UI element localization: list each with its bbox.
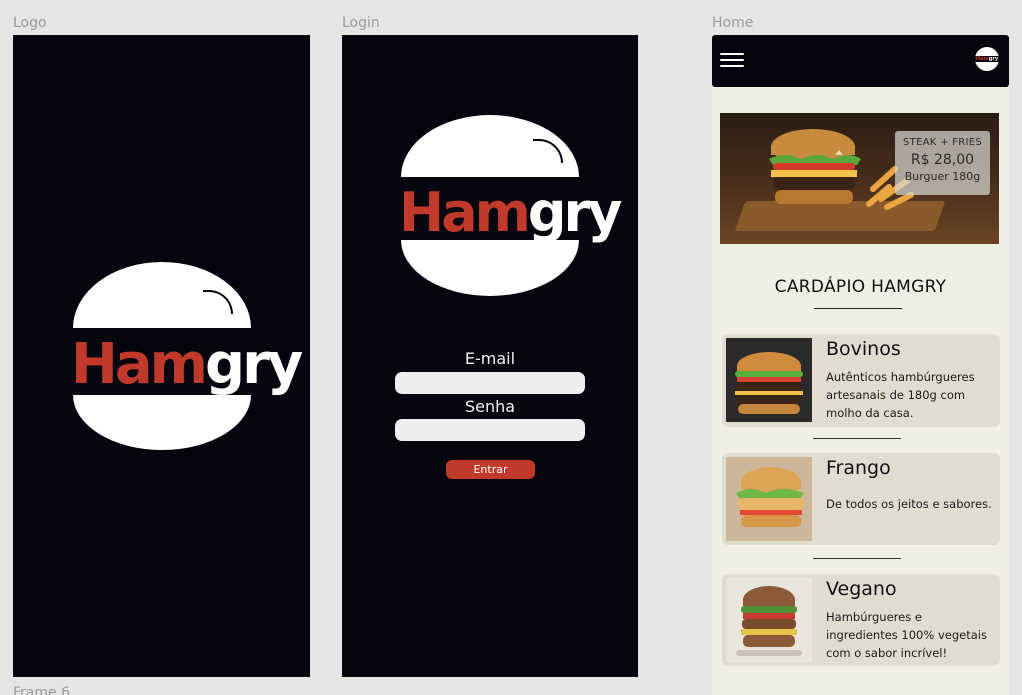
card-title: Bovinos [826,338,901,360]
banner-price: R$ 28,00 [910,152,975,168]
wordmark-gry: gry [205,332,303,397]
app-header: Hamgry [712,35,1009,87]
password-field[interactable] [395,419,585,441]
wordmark-ham: Ham [399,181,531,244]
card-title: Vegano [826,578,897,600]
card-description: De todos os jeitos e sabores. [826,497,992,511]
frame-label-login: Login [342,15,380,31]
home-screen: Hamgry STEAK + FRIES R$ 28,00 Burguer 18… [712,35,1009,695]
frame-label-frame6: Frame 6 [13,685,70,695]
frame-label-logo: Logo [13,15,47,31]
card-divider [813,558,901,559]
hamgry-logo: Hamgry [399,115,622,297]
card-description: Autênticos hambúrgueres artesanais de 18… [826,370,975,420]
category-card-bovinos[interactable]: Bovinos Autênticos hambúrgueres artesana… [722,334,1000,427]
email-field[interactable] [395,372,585,394]
category-card-vegano[interactable]: Vegano Hambúrgueres e ingredientes 100% … [722,574,1000,666]
header-logo: Hamgry [975,47,999,71]
login-button[interactable]: Entrar [446,460,535,479]
banner-subtitle: Burguer 180g [904,170,981,183]
hamburger-menu-icon[interactable] [720,51,744,69]
card-title: Frango [826,457,891,479]
price-tag: STEAK + FRIES R$ 28,00 Burguer 180g [895,131,990,195]
password-label: Senha [464,397,516,416]
menu-title: CARDÁPIO HAMGRY [774,277,947,297]
card-divider [813,438,901,439]
bun-bottom-shape [401,240,579,296]
banner-title: STEAK + FRIES [902,137,983,148]
wordmark-gry: gry [527,181,622,244]
bovinos-image [726,338,812,422]
logo-screen: Hamgry [13,35,310,677]
logo-wordmark: Hamgry [399,186,622,240]
promo-banner[interactable]: STEAK + FRIES R$ 28,00 Burguer 180g [720,113,999,244]
card-description: Hambúrgueres e ingredientes 100% vegetai… [826,610,987,660]
logo-wordmark: Hamgry [71,337,303,393]
login-screen: Hamgry E-mail Senha Entrar [342,35,638,677]
title-divider [814,308,902,309]
email-label: E-mail [464,349,516,368]
frame-label-home: Home [712,15,754,31]
wordmark-ham: Ham [71,332,208,397]
vegano-image [726,578,812,662]
bun-bottom-shape [73,395,251,450]
hamgry-logo: Hamgry [71,262,303,452]
frango-image [726,457,812,541]
burger-fries-image [769,129,914,210]
category-card-frango[interactable]: Frango De todos os jeitos e sabores. [722,453,1000,545]
